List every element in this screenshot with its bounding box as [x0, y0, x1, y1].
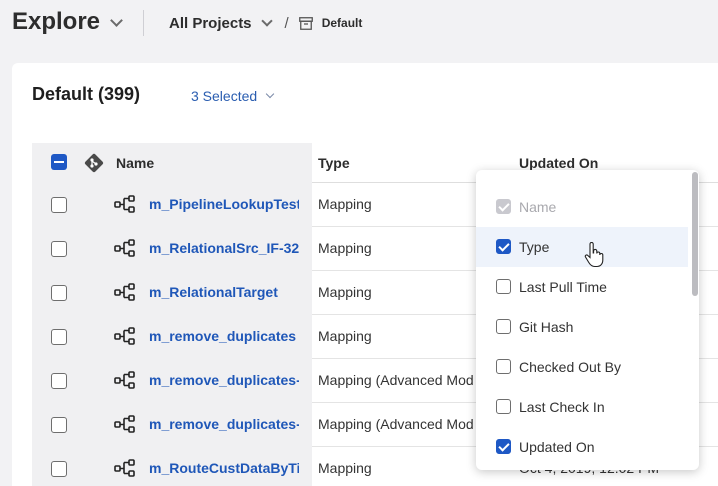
mapping-icon: [114, 415, 136, 433]
asset-type: Mapping: [318, 328, 372, 344]
row-checkbox[interactable]: [51, 417, 67, 433]
chevron-down-icon[interactable]: [260, 15, 273, 27]
row-checkbox[interactable]: [51, 285, 67, 301]
column-option-checkbox[interactable]: [496, 279, 511, 294]
asset-name-link[interactable]: m_remove_duplicates-A: [149, 416, 299, 432]
asset-name-link[interactable]: m_RelationalTarget: [149, 284, 299, 300]
column-header-type[interactable]: Type: [318, 143, 350, 183]
mapping-icon: [114, 327, 136, 345]
column-option: Name: [476, 187, 688, 227]
asset-type: Mapping: [318, 240, 372, 256]
column-option-label: Last Check In: [519, 399, 605, 415]
header-divider: [143, 10, 144, 36]
column-option[interactable]: Git Hash: [476, 307, 688, 347]
panel-title: Default (399): [32, 84, 141, 104]
hand-pointer-icon: [584, 242, 604, 268]
asset-type: Mapping (Advanced Mode): [318, 416, 474, 432]
chevron-down-icon: [110, 13, 123, 27]
breadcrumb: All Projects / Default: [169, 13, 362, 33]
mapping-icon: [114, 283, 136, 301]
column-option[interactable]: Last Pull Time: [476, 267, 688, 307]
breadcrumb-all-projects[interactable]: All Projects: [169, 15, 252, 32]
asset-name-link[interactable]: m_remove_duplicates-A: [149, 372, 299, 388]
selection-dropdown[interactable]: 3 Selected: [191, 88, 275, 104]
column-option-checkbox[interactable]: [496, 319, 511, 334]
column-option[interactable]: Checked Out By: [476, 347, 688, 387]
column-option-label: Checked Out By: [519, 359, 621, 375]
asset-name-link[interactable]: m_RelationalSrc_IF-329: [149, 240, 299, 256]
chevron-down-icon: [265, 89, 275, 99]
git-icon: [84, 153, 104, 173]
mapping-icon: [114, 195, 136, 213]
column-option-label: Last Pull Time: [519, 279, 607, 295]
mapping-icon: [114, 371, 136, 389]
explore-menu[interactable]: Explore: [12, 8, 123, 36]
column-chooser-menu: Name Type Last Pull Time Git Hash Checked Ou…: [476, 170, 699, 470]
breadcrumb-separator: /: [284, 14, 289, 32]
column-option-label: Updated On: [519, 439, 595, 455]
column-header-name[interactable]: Name: [32, 143, 312, 183]
column-option-checkbox[interactable]: [496, 359, 511, 374]
column-option[interactable]: Updated On: [476, 427, 688, 467]
row-checkbox[interactable]: [51, 241, 67, 257]
archive-icon: [298, 16, 313, 30]
column-option-label: Type: [519, 239, 550, 255]
page-title: Explore: [12, 8, 101, 35]
select-all-checkbox[interactable]: [51, 154, 67, 170]
column-option-checkbox[interactable]: [496, 399, 511, 414]
asset-name-link[interactable]: m_RouteCustDataByTie: [149, 460, 299, 476]
column-option[interactable]: Type: [476, 227, 688, 267]
column-option-checkbox: [496, 199, 511, 214]
breadcrumb-folder[interactable]: Default: [322, 16, 363, 30]
asset-type: Mapping: [318, 284, 372, 300]
row-checkbox[interactable]: [51, 329, 67, 345]
selection-count: 3 Selected: [191, 88, 258, 104]
row-checkbox[interactable]: [51, 461, 67, 477]
column-option-checkbox[interactable]: [496, 439, 511, 454]
asset-name-link[interactable]: m_remove_duplicates: [149, 328, 299, 344]
asset-type: Mapping: [318, 460, 372, 476]
asset-type: Mapping (Advanced Mode): [318, 372, 474, 388]
column-option[interactable]: Last Check In: [476, 387, 688, 427]
mapping-icon: [114, 239, 136, 257]
row-checkbox[interactable]: [51, 197, 67, 213]
mapping-icon: [114, 459, 136, 477]
column-option-label: Name: [519, 199, 557, 215]
asset-name-link[interactable]: m_PipelineLookupTest: [149, 196, 299, 212]
top-bar: Explore All Projects / Default: [0, 0, 718, 48]
row-checkbox[interactable]: [51, 373, 67, 389]
column-option-label: Git Hash: [519, 319, 574, 335]
menu-scrollbar[interactable]: [692, 172, 698, 296]
asset-type: Mapping: [318, 196, 372, 212]
column-option-checkbox[interactable]: [496, 239, 511, 254]
